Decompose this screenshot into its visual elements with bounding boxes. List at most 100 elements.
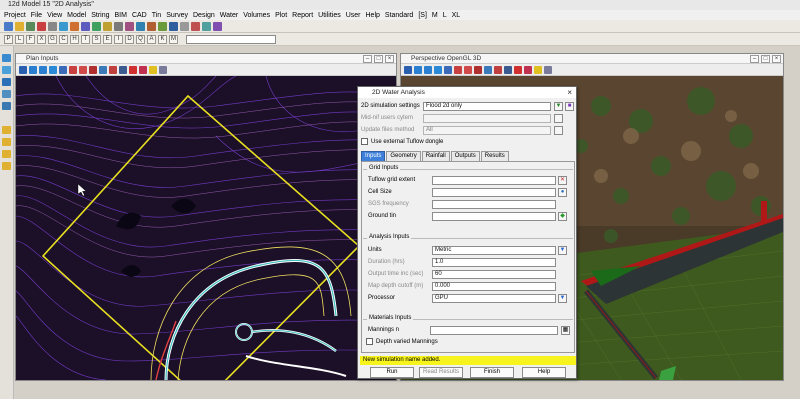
zoom-in-icon-3d[interactable] <box>414 65 422 74</box>
select-icon[interactable] <box>2 66 11 74</box>
maximize-button-3d[interactable]: □ <box>761 55 770 63</box>
menu-item-file-1[interactable]: File <box>31 12 42 19</box>
pointer-icon[interactable] <box>2 54 11 62</box>
finish-button[interactable]: Finish <box>470 367 514 378</box>
tool-icon[interactable] <box>70 21 79 31</box>
ground-tin-pick-icon[interactable]: ◆ <box>558 212 567 221</box>
menu-item-design-9[interactable]: Design <box>193 12 215 19</box>
car-icon[interactable] <box>109 65 117 74</box>
clear-icon[interactable] <box>69 65 77 74</box>
folder-icon-3[interactable] <box>2 150 11 158</box>
letter-button-p[interactable]: P <box>4 34 13 44</box>
menu-item-utilities-14[interactable]: Utilities <box>318 12 341 19</box>
fit-icon-3d[interactable] <box>444 65 452 74</box>
mannings-table-icon[interactable]: ▦ <box>561 326 570 335</box>
tab-rainfall[interactable]: Rainfall <box>421 151 450 161</box>
new-icon[interactable] <box>4 21 13 31</box>
zoom-out-icon-3d[interactable] <box>424 65 432 74</box>
menu-item-volumes-11[interactable]: Volumes <box>243 12 270 19</box>
letter-button-t[interactable]: T <box>81 34 90 44</box>
pan-icon-3d[interactable] <box>434 65 442 74</box>
paint-icon[interactable] <box>125 21 134 31</box>
tin-icon[interactable] <box>158 21 167 31</box>
letter-button-g[interactable]: G <box>48 34 57 44</box>
rotate-icon-3d[interactable] <box>484 65 492 74</box>
minimize-button[interactable]: – <box>363 55 372 63</box>
processor-field[interactable]: GPU <box>432 294 556 303</box>
tab-geometry[interactable]: Geometry <box>386 151 421 161</box>
zoom-out-icon[interactable] <box>39 65 47 74</box>
command-input[interactable] <box>186 34 276 44</box>
paint-bucket-icon-3d[interactable] <box>524 65 532 74</box>
sim-settings-field[interactable]: Flood 2d only <box>423 102 551 111</box>
text-icon[interactable] <box>2 102 11 110</box>
menu-item-s-18[interactable]: [S] <box>418 12 427 19</box>
units-dropdown-icon[interactable]: ▼ <box>558 246 567 255</box>
clear-icon-3d[interactable] <box>454 65 462 74</box>
menu-item-model-3[interactable]: Model <box>67 12 86 19</box>
mannings-field[interactable] <box>430 326 558 335</box>
print-icon[interactable] <box>48 21 57 31</box>
refresh-icon[interactable] <box>202 21 211 31</box>
letter-button-c[interactable]: C <box>59 34 68 44</box>
cut-icon[interactable] <box>79 65 87 74</box>
tuflow-dongle-row[interactable]: Use external Tuflow dongle <box>361 138 443 145</box>
map-depth-field[interactable]: 0.000 <box>432 282 556 291</box>
depth-varied-row[interactable]: Depth varied Mannings <box>366 338 438 345</box>
rotate-icon[interactable] <box>99 65 107 74</box>
tab-results[interactable]: Results <box>480 151 509 161</box>
letter-button-f[interactable]: F <box>26 34 35 44</box>
letter-button-i[interactable]: I <box>114 34 123 44</box>
stop-icon[interactable] <box>191 21 200 31</box>
grid-icon[interactable] <box>114 21 123 31</box>
dialog-close-icon[interactable]: × <box>567 87 572 98</box>
zoom-in-icon[interactable] <box>29 65 37 74</box>
save-icon[interactable] <box>26 21 35 31</box>
sim-settings-dropdown-icon[interactable]: ▼ <box>554 102 563 111</box>
letter-button-h[interactable]: H <box>70 34 79 44</box>
mid-nif-button[interactable] <box>554 114 563 123</box>
folder-icon[interactable] <box>2 126 11 134</box>
menu-item-survey-8[interactable]: Survey <box>166 12 188 19</box>
menu-item-water-10[interactable]: Water <box>220 12 238 19</box>
menu-item-standard-17[interactable]: Standard <box>385 12 413 19</box>
car-icon-3d[interactable] <box>494 65 502 74</box>
menu-item-string-4[interactable]: String <box>91 12 109 19</box>
edit-icon[interactable] <box>147 21 156 31</box>
close-button[interactable]: × <box>385 55 394 63</box>
menu-item-report-13[interactable]: Report <box>292 12 313 19</box>
menu-item-m-19[interactable]: M <box>432 12 438 19</box>
line-icon[interactable] <box>2 78 11 86</box>
letter-button-l[interactable]: L <box>15 34 24 44</box>
update-files-button[interactable] <box>554 126 563 135</box>
ground-tin-field[interactable] <box>432 212 556 221</box>
highlight-icon-3d[interactable] <box>514 65 522 74</box>
menu-item-xl-21[interactable]: XL <box>452 12 461 19</box>
open-folder-icon[interactable] <box>15 21 24 31</box>
plan-window[interactable]: Plan Inputs – □ × <box>15 53 397 381</box>
tuflow-dongle-checkbox[interactable] <box>361 138 368 145</box>
model-icon[interactable] <box>92 21 101 31</box>
letter-button-m[interactable]: M <box>169 34 178 44</box>
output-time-field[interactable]: 60 <box>432 270 556 279</box>
tuflow-extent-field[interactable] <box>432 176 556 185</box>
letter-button-q[interactable]: Q <box>136 34 145 44</box>
screen-icon-3d[interactable] <box>504 65 512 74</box>
help-button[interactable]: Help <box>522 367 566 378</box>
plan-canvas[interactable] <box>16 76 396 380</box>
menu-item-cad-6[interactable]: CAD <box>132 12 147 19</box>
cell-size-calc-icon[interactable]: ● <box>558 188 567 197</box>
star-icon[interactable] <box>149 65 157 74</box>
water-analysis-dialog[interactable]: 2D Water Analysis × 2D simulation settin… <box>357 86 577 379</box>
view-icon[interactable] <box>136 21 145 31</box>
delete-icon[interactable] <box>37 21 46 31</box>
letter-button-e[interactable]: E <box>103 34 112 44</box>
units-field[interactable]: Metric <box>432 246 556 255</box>
tab-inputs[interactable]: Inputs <box>361 151 386 161</box>
grid-icon[interactable] <box>159 65 167 74</box>
folder-icon-4[interactable] <box>2 162 11 170</box>
minimize-button-3d[interactable]: – <box>750 55 759 63</box>
folder-icon-2[interactable] <box>2 138 11 146</box>
undo-icon-3d[interactable] <box>474 65 482 74</box>
letter-button-a[interactable]: A <box>147 34 156 44</box>
